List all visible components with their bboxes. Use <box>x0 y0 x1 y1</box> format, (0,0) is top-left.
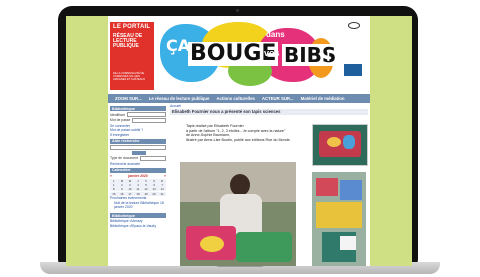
portal-logo[interactable]: LE PORTAIL RÉSEAU DE LECTURE PUBLIQUE DE… <box>110 22 154 90</box>
library-link-amazy[interactable]: Bibliothèque d'Amazy <box>110 219 166 223</box>
calendar-day[interactable]: 2 <box>118 182 126 187</box>
photo-storyteller[interactable] <box>180 162 296 266</box>
calendar-day[interactable]: 7 <box>158 182 166 187</box>
calendar-day[interactable]: 12 <box>142 187 150 192</box>
calendar-day[interactable]: 8 <box>110 187 118 192</box>
advanced-search-link[interactable]: Recherche avancée <box>110 162 166 166</box>
logo-caption: DE LA COMMUNAUTÉ DE COMMUNES VAL DES AMO… <box>113 72 146 81</box>
logo-title: LE PORTAIL <box>113 24 151 30</box>
eye-icon[interactable] <box>348 22 360 29</box>
calendar-day[interactable]: 19 <box>142 191 150 196</box>
password-input[interactable] <box>132 117 166 123</box>
main-content: Accueil Elisabeth Fournier nous a présen… <box>170 104 368 266</box>
calendar-day[interactable]: 9 <box>118 187 126 192</box>
calendar-day: M <box>118 178 126 183</box>
next-events-link[interactable]: Prochaines événements <box>110 196 166 200</box>
library-link-epaux[interactable]: Bibliothèque d'Epaux-le-Vaudy <box>110 224 166 228</box>
calendar-day[interactable]: 3 <box>126 182 134 187</box>
nav-item-materiel[interactable]: Matériel de médiation <box>301 96 345 101</box>
account-box-title: Bibliothèque <box>110 106 166 111</box>
calendar-day[interactable]: 10 <box>126 187 134 192</box>
calendar-day[interactable]: 21 <box>158 191 166 196</box>
calendar-day[interactable]: 15 <box>110 191 118 196</box>
laptop-screen: LE PORTAIL RÉSEAU DE LECTURE PUBLIQUE DE… <box>66 16 412 266</box>
login-link[interactable]: Se connecter <box>110 124 166 128</box>
article-title: Elisabeth Fournier nous a présenté son t… <box>170 109 368 115</box>
doc-type-select[interactable] <box>139 155 166 161</box>
calendar-day[interactable]: 16 <box>118 191 126 196</box>
next-month-icon[interactable]: » <box>164 174 166 178</box>
calendar-month: janvier 2020 <box>128 173 148 178</box>
search-input[interactable] <box>110 144 166 150</box>
calendar-grid: L M M J V S D 1 2 3 4 5 6 7 8 9 10 11 12 13 14 15 16 17 18 19 20 21 <box>110 178 166 196</box>
webcam <box>236 9 239 12</box>
search-box-title: Aide recherche <box>110 138 166 144</box>
banner-word-vos: vos <box>264 48 280 58</box>
photo-tapis-top[interactable] <box>312 124 368 166</box>
header-banner: ÇA BOUGE dans vos BIBS ! <box>158 18 339 92</box>
calendar-day[interactable]: 20 <box>150 191 158 196</box>
search-button[interactable] <box>132 150 146 155</box>
nav-item-actions[interactable]: Actions culturelles <box>216 96 254 101</box>
calendar-day[interactable]: 17 <box>126 191 134 196</box>
site-header: LE PORTAIL RÉSEAU DE LECTURE PUBLIQUE DE… <box>108 16 370 94</box>
calendar-day: V <box>142 178 150 183</box>
article-text: Tapis réalisé par Elisabeth Fournier à p… <box>186 124 326 142</box>
calendar-day[interactable]: 6 <box>150 182 158 187</box>
calendar-day[interactable]: 13 <box>150 187 158 192</box>
nav-item-acteur[interactable]: ACTEUR SUR... <box>262 96 294 101</box>
banner-word-dans: dans <box>266 30 285 39</box>
doc-type-label: Type de document <box>110 156 138 161</box>
calendar-day[interactable]: 18 <box>134 191 142 196</box>
sidebar: Bibliothèque Identifiant Mot de passe Se… <box>110 106 166 266</box>
libraries-box-title: Bibliothèque <box>110 213 166 219</box>
photo-tapis-detail[interactable] <box>312 172 366 266</box>
forgot-password-link[interactable]: Mot de passe oublié ? <box>110 128 166 132</box>
register-link[interactable]: S'enregistrer <box>110 133 166 137</box>
community-logo-icon <box>344 64 362 84</box>
calendar-day: J <box>134 178 142 183</box>
calendar-day: S <box>150 178 158 183</box>
calendar-day[interactable]: 4 <box>134 182 142 187</box>
nav-item-reseau[interactable]: Le réseau de lecture publique <box>149 96 210 101</box>
web-page: LE PORTAIL RÉSEAU DE LECTURE PUBLIQUE DE… <box>108 16 370 266</box>
nav-item-zoom[interactable]: ZOOM SUR... <box>115 96 142 101</box>
calendar-box-title: Calendrier <box>110 167 166 173</box>
password-label: Mot de passe <box>110 118 131 123</box>
event-text[interactable]: Nuit de la lecture Bibliothèque 18 janvi… <box>114 201 166 209</box>
breadcrumb[interactable]: Accueil <box>170 104 368 108</box>
login-input[interactable] <box>126 112 166 117</box>
calendar-day[interactable]: 11 <box>134 187 142 192</box>
calendar-day: L <box>110 178 118 183</box>
logo-subtitle: RÉSEAU DE LECTURE PUBLIQUE <box>113 33 143 50</box>
prev-month-icon[interactable]: « <box>110 174 112 178</box>
calendar-day[interactable]: 14 <box>158 187 166 192</box>
calendar-day[interactable]: 1 <box>110 182 118 187</box>
main-nav: ZOOM SUR... Le réseau de lecture publiqu… <box>108 94 370 103</box>
article-line: illustré par Anne-Lise Boutin, publié au… <box>186 137 291 142</box>
calendar-day: D <box>158 178 166 183</box>
calendar-day: M <box>126 178 134 183</box>
calendar-day[interactable]: 5 <box>142 182 150 187</box>
banner-word-ca: ÇA <box>166 36 191 55</box>
banner-exclamation: ! <box>326 48 331 64</box>
login-label: Identifiant <box>110 112 125 117</box>
